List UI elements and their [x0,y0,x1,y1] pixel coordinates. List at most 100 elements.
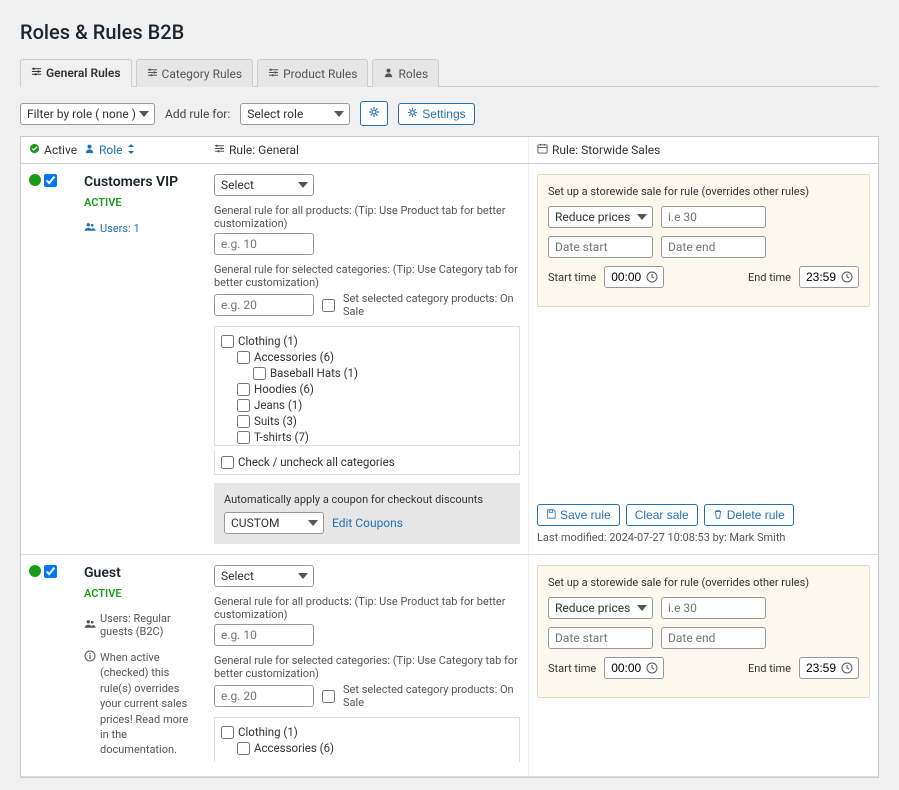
tab-roles[interactable]: Roles [372,59,439,87]
save-icon [546,508,556,522]
general-rule-type-select[interactable]: Select [214,174,314,196]
reduce-type-select[interactable]: Reduce prices by [548,597,653,619]
coupon-select[interactable]: CUSTOM [224,512,324,534]
general-rule-type-select[interactable]: Select [214,565,314,587]
role-name: Guest [84,565,198,581]
end-time-label: End time [748,662,791,675]
tab-label: Category Rules [162,67,243,81]
category-tree[interactable]: Clothing (1) Accessories (6) Baseball Ha… [214,326,520,446]
categories-hint: General rule for selected categories: (T… [214,263,520,289]
role-note: When active (checked) this rule(s) overr… [84,650,198,758]
reduce-amount-input[interactable] [661,206,766,228]
reduce-amount-input[interactable] [661,597,766,619]
header-role[interactable]: Role [76,137,206,163]
date-start-input[interactable] [548,236,653,258]
settings-label: Settings [422,107,465,121]
cat-item: T-shirts (7) [221,429,513,445]
status-dot [29,565,41,577]
filter-by-role-select[interactable]: Filter by role ( none ) [20,103,155,125]
onsale-label: Set selected category products: On Sale [343,292,520,318]
cat-item: Baseball Hats (1) [221,365,513,381]
end-time-input[interactable] [799,657,859,679]
tab-general-rules[interactable]: General Rules [20,59,132,87]
date-end-input[interactable] [661,627,766,649]
info-icon [84,650,96,758]
rules-table: Active Role Rule: General [20,136,879,778]
all-products-input[interactable] [214,624,314,646]
tab-label: Product Rules [283,67,357,81]
all-products-input[interactable] [214,233,314,255]
rule-row: Guest ACTIVE Users: Regular guests (B2C)… [21,555,878,777]
tab-category-rules[interactable]: Category Rules [136,59,254,87]
cat-item: Silk T-shirts (2) [221,445,513,446]
sale-title: Set up a storewide sale for rule (overri… [548,576,859,589]
all-products-hint: General rule for all products: (Tip: Use… [214,595,520,621]
tab-label: General Rules [46,66,121,80]
role-status: ACTIVE [84,587,198,600]
onsale-checkbox[interactable] [322,299,335,312]
reduce-type-select[interactable]: Reduce prices by [548,206,653,228]
sliders-icon [147,67,158,81]
add-rule-role-select[interactable]: Select role [240,103,350,125]
end-time-input[interactable] [799,266,859,288]
header-active: Active [21,137,76,163]
sliders-icon [268,67,279,81]
coupon-box: Automatically apply a coupon for checkou… [214,483,520,544]
start-time-label: Start time [548,662,596,675]
sale-box: Set up a storewide sale for rule (overri… [537,565,870,698]
category-value-input[interactable] [214,685,314,707]
trash-icon [713,508,723,522]
calendar-icon [537,143,548,157]
sale-box: Set up a storewide sale for rule (overri… [537,174,870,307]
add-rule-button[interactable] [360,101,388,126]
cat-item: Accessories (6) [221,740,513,756]
cat-item: Hoodies (6) [221,381,513,397]
last-modified: Last modified: 2024-07-27 10:08:53 by: M… [537,531,870,544]
date-end-input[interactable] [661,236,766,258]
check-all-row: Check / uncheck all categories [214,450,520,475]
start-time-input[interactable] [604,657,664,679]
start-time-label: Start time [548,271,596,284]
all-products-hint: General rule for all products: (Tip: Use… [214,204,520,230]
gear-icon [368,106,380,121]
users-link[interactable]: Users: 1 [84,221,198,235]
cat-item: Clothing (1) [221,333,513,349]
coupon-hint: Automatically apply a coupon for checkou… [224,493,510,506]
users-label: Users: Regular guests (B2C) [84,612,198,638]
cat-item: Clothing (1) [221,724,513,740]
tab-label: Roles [398,67,428,81]
sliders-icon [214,143,225,157]
rule-active-checkbox[interactable] [44,174,57,187]
table-header: Active Role Rule: General [21,137,878,164]
tabs-nav: General Rules Category Rules Product Rul… [20,58,879,87]
sliders-icon [31,66,42,80]
cat-item: Jeans (1) [221,397,513,413]
delete-rule-button[interactable]: Delete rule [704,504,794,526]
clear-sale-button[interactable]: Clear sale [626,504,698,526]
rule-active-checkbox[interactable] [44,565,57,578]
gear-icon [407,107,418,121]
toolbar: Filter by role ( none ) Add rule for: Se… [20,97,879,136]
sort-icon [127,143,135,157]
check-all-checkbox[interactable] [221,456,234,469]
category-tree[interactable]: Clothing (1) Accessories (6) [214,717,520,762]
end-time-label: End time [748,271,791,284]
sale-title: Set up a storewide sale for rule (overri… [548,185,859,198]
date-start-input[interactable] [548,627,653,649]
role-status: ACTIVE [84,196,198,209]
category-value-input[interactable] [214,294,314,316]
onsale-label: Set selected category products: On Sale [343,683,520,709]
rule-row: Customers VIP ACTIVE Users: 1 Select Gen… [21,164,878,555]
edit-coupons-link[interactable]: Edit Coupons [332,516,403,530]
start-time-input[interactable] [604,266,664,288]
status-dot [29,174,41,186]
header-general: Rule: General [206,137,528,163]
save-rule-button[interactable]: Save rule [537,504,620,526]
header-sale: Rule: Storwide Sales [528,137,878,163]
settings-button[interactable]: Settings [398,103,474,125]
categories-hint: General rule for selected categories: (T… [214,654,520,680]
tab-product-rules[interactable]: Product Rules [257,59,368,87]
users-icon [84,221,96,235]
onsale-checkbox[interactable] [322,690,335,703]
check-circle-icon [29,143,40,157]
